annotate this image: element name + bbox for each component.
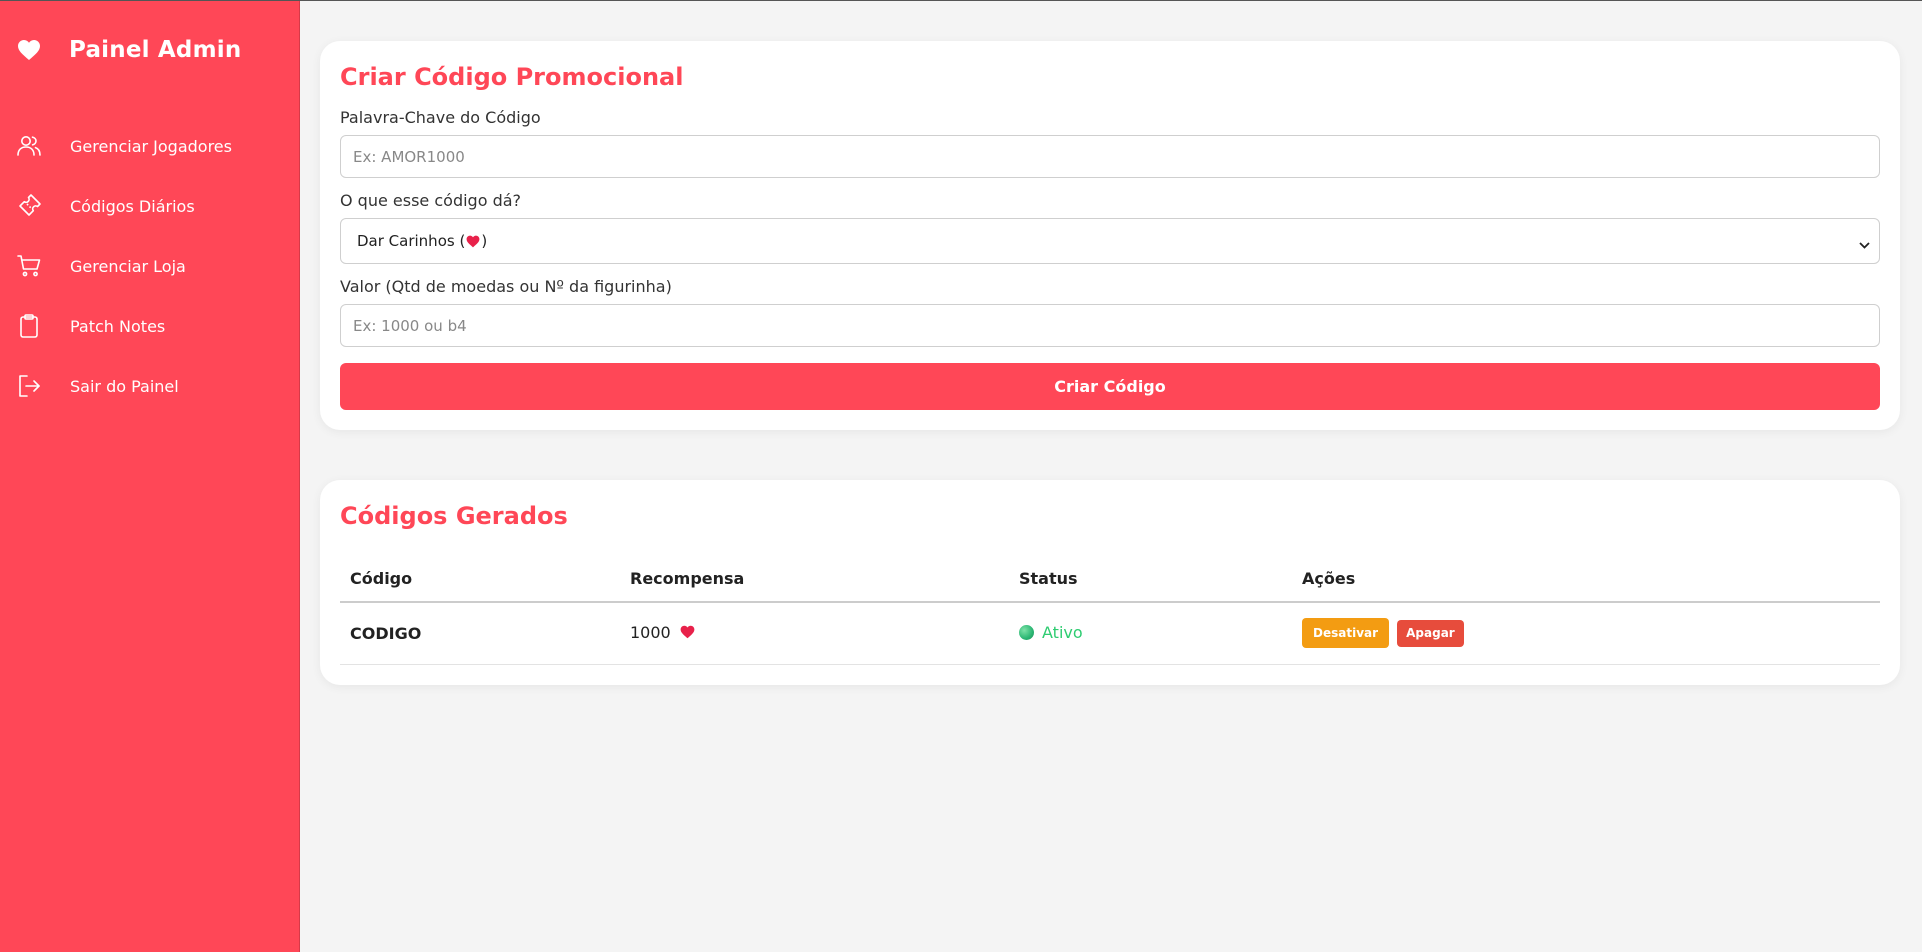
create-code-button[interactable]: Criar Código: [340, 363, 1880, 410]
main-content: Criar Código Promocional Palavra-Chave d…: [300, 1, 1922, 952]
reward-type-selected-text: Dar Carinhos (: [357, 232, 466, 250]
reward-type-selected-suffix: ): [481, 232, 488, 250]
table-header-row: Código Recompensa Status Ações: [340, 556, 1880, 603]
admin-app: Painel Admin Gerenciar Jogadores Códigos…: [0, 0, 1922, 952]
clipboard-icon: [16, 313, 42, 339]
generated-codes-card: Códigos Gerados Código Recompensa Status…: [320, 480, 1900, 685]
sidebar-item-label: Sair do Painel: [70, 376, 179, 396]
sidebar: Painel Admin Gerenciar Jogadores Códigos…: [0, 1, 300, 952]
sidebar-item-logout[interactable]: Sair do Painel: [0, 356, 299, 416]
logout-icon: [16, 373, 42, 399]
sidebar-item-label: Gerenciar Loja: [70, 256, 186, 276]
column-header-code: Código: [340, 556, 620, 603]
green-circle-icon: [1019, 624, 1034, 640]
cart-icon: [16, 253, 42, 279]
status-cell: Ativo: [1009, 602, 1292, 665]
column-header-reward: Recompensa: [620, 556, 1009, 603]
app-title: Painel Admin: [69, 37, 242, 63]
keyword-input[interactable]: [340, 135, 1880, 178]
heart-emoji-icon: [466, 235, 480, 248]
reward-amount: 1000: [630, 623, 671, 643]
sidebar-item-daily-codes[interactable]: Códigos Diários: [0, 176, 299, 236]
value-label: Valor (Qtd de moedas ou Nº da figurinha): [340, 277, 672, 296]
keyword-label: Palavra-Chave do Código: [340, 108, 541, 127]
column-header-actions: Ações: [1292, 556, 1880, 603]
delete-button[interactable]: Apagar: [1397, 619, 1464, 647]
sidebar-item-players[interactable]: Gerenciar Jogadores: [0, 116, 299, 176]
ticket-icon: [16, 193, 42, 219]
code-cell: CODIGO: [340, 602, 620, 665]
status-badge: Ativo: [1019, 623, 1083, 642]
actions-cell: Desativar Apagar: [1292, 602, 1880, 665]
create-code-card: Criar Código Promocional Palavra-Chave d…: [320, 41, 1900, 430]
heart-emoji-icon: [680, 624, 695, 643]
column-header-status: Status: [1009, 556, 1292, 603]
heart-icon: [16, 37, 42, 63]
sidebar-item-shop[interactable]: Gerenciar Loja: [0, 236, 299, 296]
brand: Painel Admin: [0, 25, 299, 75]
reward-type-label: O que esse código dá?: [340, 191, 522, 210]
status-text: Ativo: [1042, 622, 1083, 642]
generated-codes-title: Códigos Gerados: [340, 502, 568, 530]
sidebar-item-label: Códigos Diários: [70, 196, 195, 216]
table-row: CODIGO 1000 Ativo Desativar Apagar: [340, 602, 1880, 665]
value-input[interactable]: [340, 304, 1880, 347]
create-code-title: Criar Código Promocional: [340, 63, 684, 91]
codes-table: Código Recompensa Status Ações CODIGO 10…: [340, 556, 1880, 665]
reward-type-select-wrapper: Dar Carinhos ( ): [340, 218, 1880, 264]
users-icon: [16, 133, 42, 159]
reward-type-select[interactable]: Dar Carinhos ( ): [340, 218, 1880, 264]
sidebar-nav: Gerenciar Jogadores Códigos Diários Gere…: [0, 116, 299, 416]
sidebar-item-label: Patch Notes: [70, 316, 166, 336]
deactivate-button[interactable]: Desativar: [1302, 618, 1390, 649]
sidebar-item-patch-notes[interactable]: Patch Notes: [0, 296, 299, 356]
sidebar-item-label: Gerenciar Jogadores: [70, 136, 232, 156]
reward-cell: 1000: [620, 602, 1009, 665]
